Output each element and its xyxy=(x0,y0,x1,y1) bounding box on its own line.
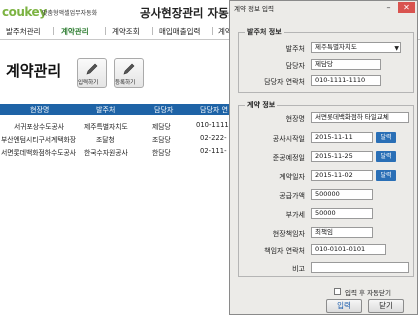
contract-input-dialog: 계약 정보 입력 – ✕ 발주처 정보 발주처 제주특별자치도 ▼ 담당자 제담… xyxy=(229,0,418,315)
cell-manager: 한담당 xyxy=(152,149,171,157)
manager-phone-field[interactable]: 010-1111-1110 xyxy=(311,75,381,86)
table-row[interactable]: 서면롯데백화점하수도공사 한국수자원공사 한담당 02-111- xyxy=(0,147,230,158)
site-label: 현장명 xyxy=(285,115,305,123)
cell-client: 조달청 xyxy=(96,136,115,144)
site-manager-label: 현장책임자 xyxy=(272,230,305,238)
grid-header: 현장명 발주처 담당자 담당자 연 xyxy=(0,104,230,115)
responsible-phone-field[interactable]: 010-0101-0101 xyxy=(311,244,386,255)
start-date-label: 공사시작일 xyxy=(272,135,305,143)
client-section-legend: 발주처 정보 xyxy=(245,27,284,37)
cell-client: 제주특별자치도 xyxy=(84,123,128,131)
page-title: 계약관리 xyxy=(6,62,62,80)
start-date-field[interactable]: 2015-11-11 xyxy=(311,132,373,143)
tab-divider xyxy=(53,27,54,35)
tab-purchase-sales[interactable]: 매입매출입력 xyxy=(159,26,200,37)
col-header-site[interactable]: 현장명 xyxy=(30,105,49,115)
pencil-icon xyxy=(86,63,98,75)
col-header-manager[interactable]: 담당자 xyxy=(154,105,173,115)
contract-info-section: 계약 정보 현장명 서면롯데백화점하 타일교체 공사시작일 2015-11-11… xyxy=(238,100,414,277)
client-select-value: 제주특별자치도 xyxy=(315,43,357,51)
contract-date-calendar-button[interactable]: 달력 xyxy=(376,170,396,181)
supply-amount-label: 공급가액 xyxy=(279,192,305,200)
col-header-client[interactable]: 발주처 xyxy=(96,105,115,115)
site-manager-field[interactable]: 최책임 xyxy=(311,227,373,238)
autoclose-label: 입력 후 자동닫기 xyxy=(345,289,391,297)
submit-button[interactable]: 입력 xyxy=(326,299,362,313)
cell-manager: 조담당 xyxy=(152,136,171,144)
remark-label: 비고 xyxy=(292,265,305,273)
tab-client-management[interactable]: 발주처관리 xyxy=(6,26,41,37)
close-button[interactable]: 닫기 xyxy=(368,299,404,313)
chevron-down-icon: ▼ xyxy=(394,45,399,52)
contract-date-label: 계약일자 xyxy=(279,173,305,181)
cell-site: 부산엔텀시티구서계택화장 xyxy=(1,136,77,144)
contract-section-legend: 계약 정보 xyxy=(245,100,278,110)
contract-date-field[interactable]: 2015-11-02 xyxy=(311,170,373,181)
manager-field[interactable]: 제담당 xyxy=(311,59,381,70)
supply-amount-field[interactable]: 500000 xyxy=(311,189,373,200)
input-button-label: 입력하기 xyxy=(78,80,99,86)
autoclose-checkbox[interactable] xyxy=(334,288,341,295)
remark-field[interactable] xyxy=(311,262,409,273)
minimize-icon[interactable]: – xyxy=(380,2,397,13)
pencil-icon xyxy=(123,63,135,75)
client-label: 발주처 xyxy=(285,45,305,53)
cell-site: 서면롯데백화점하수도공사 xyxy=(1,149,77,157)
table-row[interactable]: 서귀포상수도공사 제주특별자치도 제담당 010-1111- xyxy=(0,121,232,132)
client-select[interactable]: 제주특별자치도 ▼ xyxy=(311,42,401,53)
tab-divider xyxy=(105,27,106,35)
cell-phone: 02-111- xyxy=(200,147,227,155)
tab-contract-management[interactable]: 계약관리 xyxy=(61,26,89,37)
logo: coukey xyxy=(2,5,47,19)
manager-label: 담당자 xyxy=(285,62,305,70)
cell-manager: 제담당 xyxy=(152,123,171,131)
completion-date-label: 준공예정일 xyxy=(272,154,305,162)
client-info-section: 발주처 정보 발주처 제주특별자치도 ▼ 담당자 제담당 담당자 연락처 010… xyxy=(238,27,414,93)
tab-divider xyxy=(212,27,213,35)
cell-site: 서귀포상수도공사 xyxy=(14,123,65,131)
tab-divider xyxy=(152,27,153,35)
register-button-label: 등록하기 xyxy=(115,80,136,86)
table-row[interactable]: 부산엔텀시티구서계택화장 조달청 조담당 02-222- xyxy=(0,134,230,145)
manager-phone-label: 담당자 연락처 xyxy=(264,78,305,86)
completion-date-calendar-button[interactable]: 달력 xyxy=(376,151,396,162)
responsible-phone-label: 책임자 연락처 xyxy=(264,247,305,255)
completion-date-field[interactable]: 2015-11-25 xyxy=(311,151,373,162)
vat-label: 부가세 xyxy=(285,211,305,219)
vat-field[interactable]: 50000 xyxy=(311,208,373,219)
col-header-manager-phone[interactable]: 담당자 연 xyxy=(200,105,228,115)
cell-phone: 010-1111- xyxy=(196,121,232,129)
tab-contract-search[interactable]: 계약조회 xyxy=(112,26,140,37)
logo-tagline: 맞춤형액셀업무자동화 xyxy=(42,10,98,17)
cell-phone: 02-222- xyxy=(200,134,227,142)
start-date-calendar-button[interactable]: 달력 xyxy=(376,132,396,143)
cell-client: 한국수자원공사 xyxy=(84,149,128,157)
dialog-title: 계약 정보 입력 xyxy=(234,5,275,13)
site-field[interactable]: 서면롯데백화점하 타일교체 xyxy=(311,112,409,123)
close-icon[interactable]: ✕ xyxy=(398,2,415,13)
